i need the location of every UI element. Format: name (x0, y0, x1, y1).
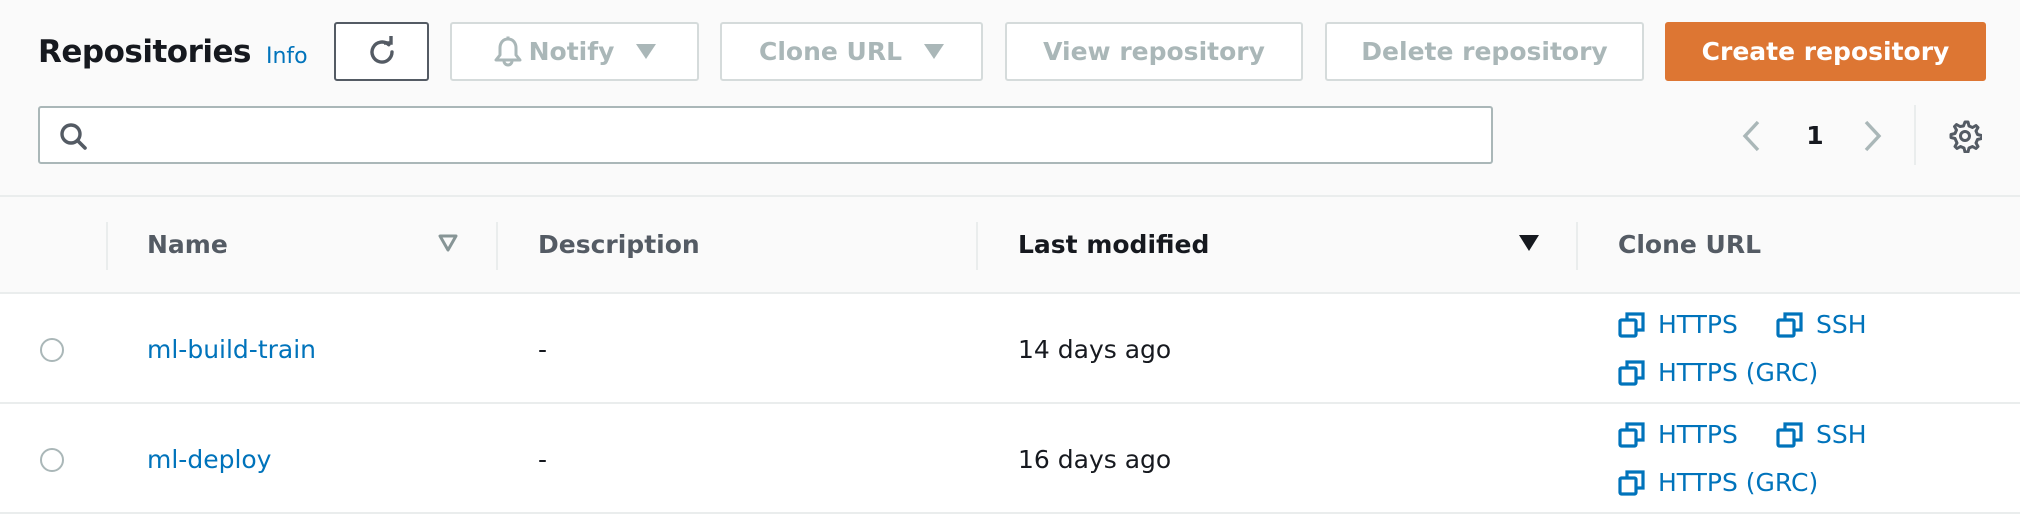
refresh-icon (369, 35, 394, 64)
column-divider (496, 222, 498, 270)
copy-icon (1776, 422, 1803, 448)
table-row[interactable]: ml-build-train - 14 days ago HTTPS SSH H… (0, 294, 2020, 404)
info-link[interactable]: Info (266, 42, 308, 72)
gear-icon[interactable] (1948, 119, 1982, 153)
copy-https-url-link[interactable]: HTTPS (1618, 418, 1738, 452)
chevron-right-icon[interactable] (1860, 118, 1884, 154)
clone-link-label: SSH (1816, 420, 1867, 449)
search-icon (60, 123, 87, 150)
clone-link-label: HTTPS (GRC) (1658, 358, 1819, 387)
column-divider (976, 222, 978, 270)
clone-link-label: HTTPS (GRC) (1658, 468, 1819, 497)
pagination-divider (1914, 105, 1916, 165)
refresh-button[interactable] (334, 22, 429, 81)
row-select-radio[interactable] (40, 448, 64, 472)
current-page-number[interactable]: 1 (1800, 118, 1830, 154)
column-header-clone-url: Clone URL (1618, 230, 1762, 259)
caret-down-icon (636, 44, 657, 59)
column-header-last-modified[interactable]: Last modified (1018, 227, 1209, 263)
copy-ssh-url-link[interactable]: SSH (1776, 418, 1867, 452)
notify-label: Notify (528, 37, 615, 66)
notify-button[interactable]: Notify (450, 22, 699, 81)
view-repository-button[interactable]: View repository (1005, 22, 1303, 81)
column-divider (1576, 222, 1578, 270)
create-repository-button[interactable]: Create repository (1665, 22, 1986, 81)
repository-description: - (538, 335, 548, 364)
column-header-description: Description (538, 230, 700, 259)
repository-description: - (538, 445, 548, 474)
repository-name-link[interactable]: ml-build-train (147, 332, 316, 368)
delete-repository-button[interactable]: Delete repository (1325, 22, 1644, 81)
copy-icon (1776, 312, 1803, 338)
copy-https-grc-url-link[interactable]: HTTPS (GRC) (1618, 466, 1818, 500)
table-row[interactable]: ml-deploy - 16 days ago HTTPS SSH HTTPS … (0, 404, 2020, 514)
copy-icon (1618, 422, 1645, 448)
copy-icon (1618, 360, 1645, 386)
page-title: Repositories (38, 34, 251, 70)
clone-link-label: HTTPS (1658, 420, 1738, 449)
row-select-radio[interactable] (40, 338, 64, 362)
repository-name-link[interactable]: ml-deploy (147, 442, 271, 478)
clone-url-button[interactable]: Clone URL (720, 22, 983, 81)
clone-link-label: SSH (1816, 310, 1867, 339)
copy-icon (1618, 470, 1645, 496)
table-header: Name Description Last modified Clone URL (0, 195, 2020, 294)
search-input[interactable] (106, 108, 1480, 164)
clone-link-label: HTTPS (1658, 310, 1738, 339)
copy-https-grc-url-link[interactable]: HTTPS (GRC) (1618, 356, 1818, 390)
repository-last-modified: 14 days ago (1018, 335, 1172, 364)
repository-last-modified: 16 days ago (1018, 445, 1172, 474)
chevron-left-icon[interactable] (1740, 118, 1764, 154)
caret-down-icon (924, 44, 945, 59)
sort-descending-icon[interactable] (1518, 234, 1540, 252)
clone-url-label: Clone URL (758, 37, 903, 66)
column-divider (106, 222, 108, 270)
search-field[interactable] (38, 106, 1493, 164)
sort-unsorted-icon[interactable] (438, 234, 458, 252)
copy-ssh-url-link[interactable]: SSH (1776, 308, 1867, 342)
copy-https-url-link[interactable]: HTTPS (1618, 308, 1738, 342)
bell-icon (494, 36, 522, 66)
copy-icon (1618, 312, 1645, 338)
column-header-name[interactable]: Name (147, 227, 228, 263)
